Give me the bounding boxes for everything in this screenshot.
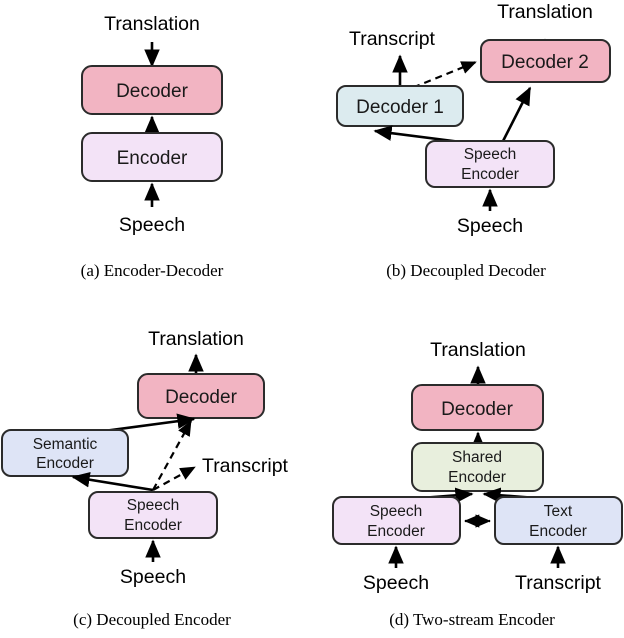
panel-c-output-translation-label: Translation <box>148 328 244 350</box>
panel-a-input-speech-label: Speech <box>119 214 185 236</box>
panel-d-speech-encoder-label-line1: Speech <box>370 503 423 520</box>
panel-c-caption: (c) Decoupled Encoder <box>73 610 231 629</box>
panel-c-dashed-arrow-speech-encoder-to-decoder <box>152 420 192 491</box>
panel-b-arrow-speech-encoder-to-decoder2 <box>498 86 532 148</box>
panel-a-encoder-decoder: Translation Decoder Encoder Speech (a) E… <box>81 13 224 280</box>
panel-a-encoder-label: Encoder <box>117 148 188 169</box>
panel-a-caption: (a) Encoder-Decoder <box>81 261 224 280</box>
panel-c-speech-encoder-label-line1: Speech <box>127 497 180 514</box>
panel-d-two-stream-encoder: Translation Decoder Shared Encoder Speec… <box>332 339 623 629</box>
panel-a-output-translation-label: Translation <box>104 13 200 35</box>
panel-b-input-speech-label: Speech <box>457 215 523 237</box>
panel-d-shared-encoder-label-line1: Shared <box>452 449 502 466</box>
panel-d-text-encoder-label-line2: Encoder <box>529 523 587 540</box>
panel-c-input-speech-label: Speech <box>120 566 186 588</box>
architecture-comparison-figure: Translation Decoder Encoder Speech (a) E… <box>1 1 623 629</box>
panel-b-caption: (b) Decoupled Decoder <box>386 261 546 280</box>
panel-b-output-translation-label: Translation <box>497 1 593 23</box>
panel-d-speech-encoder-label-line2: Encoder <box>367 523 425 540</box>
panel-c-output-transcript-label: Transcript <box>202 455 289 477</box>
panel-b-decoder-1-label: Decoder 1 <box>356 97 444 118</box>
panel-d-caption: (d) Two-stream Encoder <box>389 610 555 629</box>
panel-a-decoder-label: Decoder <box>116 81 188 102</box>
panel-d-input-speech-label: Speech <box>363 572 429 594</box>
panel-b-decoupled-decoder: Translation Transcript Decoder 2 Decoder… <box>336 1 611 280</box>
panel-d-input-transcript-label: Transcript <box>515 572 602 594</box>
panel-d-shared-encoder-label-line2: Encoder <box>448 469 506 486</box>
panel-d-output-translation-label: Translation <box>430 339 526 361</box>
panel-c-semantic-encoder-label-line2: Encoder <box>36 455 94 472</box>
panel-c-semantic-encoder-label-line1: Semantic <box>33 436 98 453</box>
panel-b-speech-encoder-label-line1: Speech <box>464 146 517 163</box>
panel-b-decoder-2-label: Decoder 2 <box>501 52 589 73</box>
panel-d-text-encoder-label-line1: Text <box>544 503 573 520</box>
panel-b-speech-encoder-label-line2: Encoder <box>461 166 519 183</box>
panel-c-arrow-speech-encoder-to-semantic-encoder <box>71 471 154 492</box>
panel-c-decoder-label: Decoder <box>165 387 237 408</box>
panel-b-output-transcript-label: Transcript <box>349 28 436 50</box>
panel-c-decoupled-encoder: Translation Decoder Semantic Encoder Tra… <box>1 328 289 629</box>
panel-d-decoder-label: Decoder <box>441 399 513 420</box>
panel-c-speech-encoder-label-line2: Encoder <box>124 517 182 534</box>
